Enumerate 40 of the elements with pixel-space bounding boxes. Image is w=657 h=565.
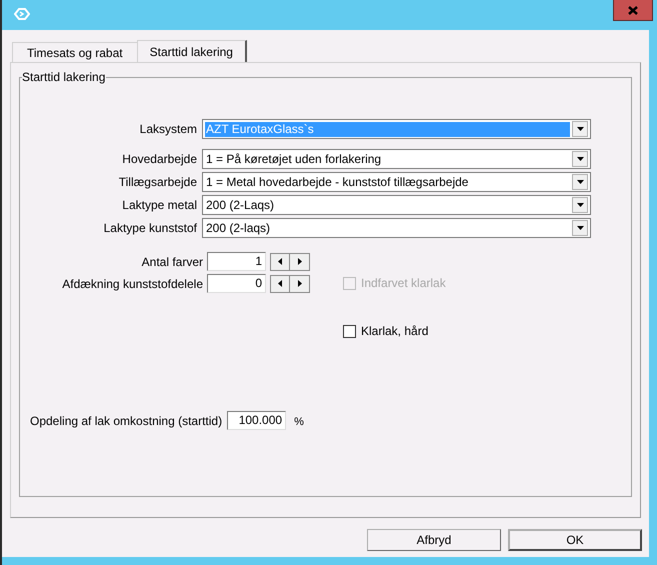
number-field[interactable]: 1 bbox=[207, 252, 266, 271]
checkbox-label: Klarlak, hård bbox=[361, 323, 428, 340]
left-arrow-icon bbox=[278, 258, 282, 265]
field-label: Laktype kunststof bbox=[102, 221, 198, 235]
right-arrow-icon bbox=[298, 280, 302, 287]
dropdown[interactable]: 1 = Metal hovedarbejde - kunststof tillægsarbejde bbox=[202, 172, 591, 192]
dropdown[interactable]: 1 = På køretøjet uden forlakering bbox=[202, 149, 591, 169]
dropdown-arrow-icon bbox=[576, 180, 584, 184]
close-icon bbox=[628, 6, 638, 14]
dialog-button[interactable]: OK bbox=[508, 529, 642, 551]
decrement-button[interactable] bbox=[270, 274, 290, 292]
dropdown-arrow-icon bbox=[576, 203, 584, 207]
group-title: Starttid lakering bbox=[22, 70, 106, 84]
dropdown-arrow-icon bbox=[576, 127, 584, 131]
dialog-button[interactable]: Afbryd bbox=[367, 529, 501, 551]
checkbox-label: Indfarvet klarlak bbox=[361, 275, 446, 292]
dropdown[interactable]: 200 (2-Laqs) bbox=[202, 195, 591, 215]
number-field[interactable]: 0 bbox=[207, 274, 266, 293]
percent-field[interactable]: 100.000 bbox=[227, 411, 286, 430]
field-label: Laktype metal bbox=[121, 198, 198, 212]
decrement-button[interactable] bbox=[270, 252, 290, 270]
right-arrow-icon bbox=[298, 258, 302, 265]
tab[interactable]: Starttid lakering bbox=[136, 40, 247, 62]
left-arrow-icon bbox=[278, 280, 282, 287]
dropdown-arrow-icon bbox=[576, 226, 584, 230]
dropdown[interactable]: 200 (2-laqs) bbox=[202, 218, 591, 238]
close-button[interactable] bbox=[613, 0, 653, 21]
app-icon bbox=[14, 8, 30, 20]
dropdown-arrow-icon bbox=[576, 157, 584, 161]
field-label: Tillægsarbejde bbox=[118, 175, 198, 189]
increment-button[interactable] bbox=[290, 252, 310, 270]
field-label: Laksystem bbox=[138, 122, 198, 136]
tab[interactable]: Timesats og rabat bbox=[12, 42, 138, 62]
checkbox[interactable] bbox=[343, 324, 356, 338]
field-label: Hovedarbejde bbox=[121, 152, 198, 166]
increment-button[interactable] bbox=[290, 274, 310, 292]
field-label: Antal farver bbox=[140, 254, 204, 268]
field-label: Opdeling af lak omkostning (starttid) bbox=[30, 414, 224, 428]
unit-label: % bbox=[294, 415, 304, 430]
field-label: Afdækning kunststofdelele bbox=[61, 276, 204, 290]
